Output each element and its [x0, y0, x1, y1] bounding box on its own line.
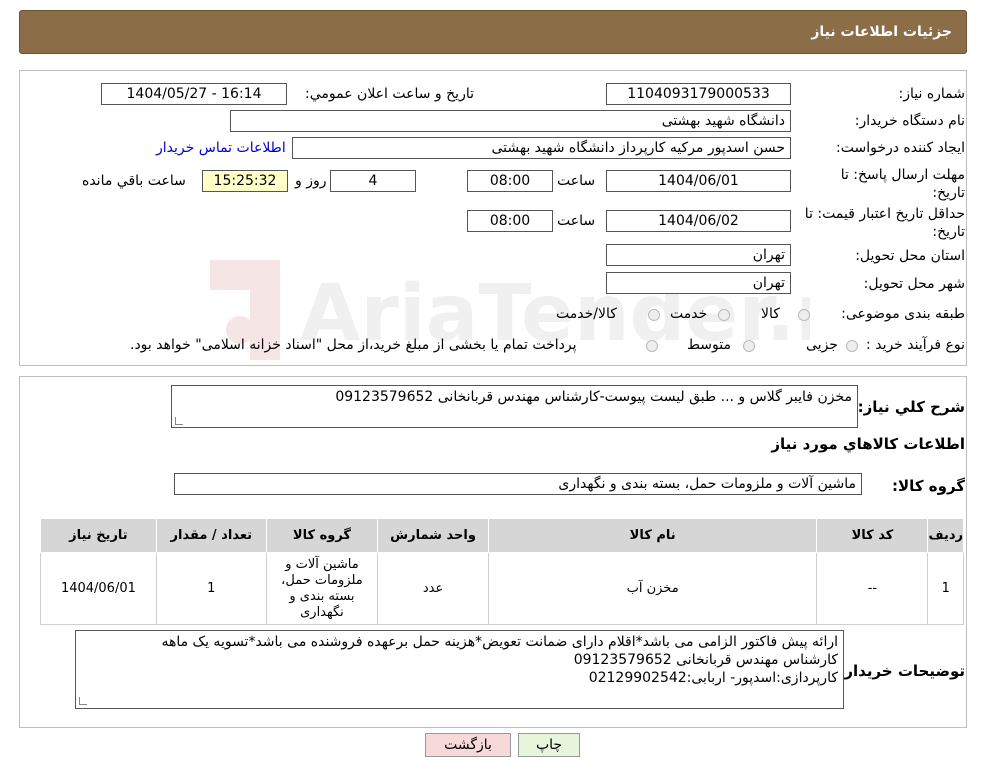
need-number-field: 1104093179000533 — [606, 83, 791, 105]
general-desc-text: مخزن فایبر گلاس و ... طبق لیست پیوست-کار… — [335, 389, 852, 405]
reply-date-field: 1404/06/01 — [606, 170, 791, 192]
col-row: ردیف — [927, 518, 964, 553]
col-date: تاریخ نیاز — [40, 518, 157, 553]
back-button[interactable]: بازگشت — [425, 733, 511, 757]
reply-time-field: 08:00 — [467, 170, 553, 192]
process-checkbox-treasury[interactable] — [646, 340, 658, 352]
table-row: 1 -- مخزن آب عدد ماشین آلات و ملزومات حم… — [40, 552, 964, 625]
cell-unit: عدد — [377, 552, 489, 625]
col-group: گروه کالا — [265, 518, 379, 553]
announce-datetime-label: تاریخ و ساعت اعلان عمومي: — [305, 86, 474, 102]
resize-grip-icon[interactable] — [175, 417, 183, 425]
validity-date-field: 1404/06/02 — [606, 210, 791, 232]
remaining-word: ساعت باقي مانده — [82, 173, 186, 189]
requester-label: ایجاد کننده درخواست: — [836, 140, 965, 156]
category-option-service: خدمت — [670, 306, 708, 322]
buyer-org-label: نام دستگاه خریدار: — [854, 113, 965, 129]
col-qty: تعداد / مقدار — [155, 518, 267, 553]
announce-datetime-field: 1404/05/27 - 16:14 — [101, 83, 287, 105]
col-name: نام کالا — [487, 518, 818, 553]
category-radio-goods[interactable] — [798, 309, 810, 321]
need-number-label: شماره نیاز: — [898, 86, 966, 102]
process-radio-medium[interactable] — [743, 340, 755, 352]
category-label: طبقه بندی موضوعی: — [841, 306, 965, 322]
process-option-minor: جزیی — [806, 337, 838, 353]
cell-name: مخزن آب — [487, 552, 818, 625]
items-table: ردیف کد کالا نام کالا واحد شمارش گروه کا… — [40, 518, 964, 625]
general-desc-field[interactable]: مخزن فایبر گلاس و ... طبق لیست پیوست-کار… — [171, 385, 858, 428]
reply-deadline-label: مهلت ارسال پاسخ: تا تاریخ: — [840, 167, 965, 201]
buyer-notes-field[interactable]: ارائه پیش فاکتور الزامی می باشد*اقلام دا… — [75, 630, 844, 709]
table-header-row: ردیف کد کالا نام کالا واحد شمارش گروه کا… — [40, 518, 964, 553]
page-title: جزئیات اطلاعات نیاز — [811, 24, 952, 40]
cell-row: 1 — [927, 552, 964, 625]
print-button[interactable]: چاپ — [518, 733, 580, 757]
buyer-contact-link[interactable]: اطلاعات تماس خریدار — [156, 140, 286, 156]
delivery-province-label: استان محل تحویل: — [855, 248, 965, 264]
process-option-treasury: پرداخت تمام یا بخشی از مبلغ خرید،از محل … — [130, 337, 577, 353]
category-radio-service[interactable] — [718, 309, 730, 321]
resize-grip-icon[interactable] — [79, 697, 87, 705]
category-option-goods: کالا — [761, 306, 780, 322]
days-word: روز و — [295, 173, 327, 189]
remaining-time-field: 15:25:32 — [202, 170, 288, 192]
delivery-city-label: شهر محل تحویل: — [863, 276, 965, 292]
process-radio-minor[interactable] — [846, 340, 858, 352]
cell-group: ماشین آلات و ملزومات حمل، بسته بندی و نگ… — [265, 552, 379, 625]
cell-qty: 1 — [155, 552, 267, 625]
category-option-goods-service: کالا/خدمت — [556, 306, 617, 322]
buyer-notes-label: توضیحات خریدار: — [838, 662, 965, 680]
requester-field: حسن اسدپور مرکیه کارپرداز دانشگاه شهید ب… — [292, 137, 791, 159]
days-field: 4 — [330, 170, 416, 192]
delivery-province-field: تهران — [606, 244, 791, 266]
col-unit: واحد شمارش — [377, 518, 489, 553]
goods-group-field: ماشین آلات و ملزومات حمل، بسته بندی و نگ… — [174, 473, 862, 495]
purchase-process-label: نوع فرآیند خرید : — [866, 337, 965, 353]
buyer-notes-line-3: کارپردازی:اسدپور- اربابی:02129902542 — [588, 670, 838, 686]
buyer-org-field: دانشگاه شهید بهشتی — [230, 110, 791, 132]
col-code: کد کالا — [816, 518, 929, 553]
process-option-medium: متوسط — [687, 337, 731, 353]
cell-date: 1404/06/01 — [40, 552, 157, 625]
buyer-notes-line-2: کارشناس مهندس قربانخانی 09123579652 — [573, 652, 838, 668]
price-validity-label: حداقل تاریخ اعتبار قیمت: تا تاریخ: — [804, 206, 965, 240]
general-desc-label: شرح كلي نیاز: — [857, 398, 965, 416]
validity-time-field: 08:00 — [467, 210, 553, 232]
buyer-notes-line-1: ارائه پیش فاکتور الزامی می باشد*اقلام دا… — [161, 634, 838, 650]
delivery-city-field: تهران — [606, 272, 791, 294]
reply-time-word: ساعت — [557, 173, 596, 189]
goods-info-heading: اطلاعات كالاهاي مورد نیاز — [771, 435, 965, 453]
page-header: جزئیات اطلاعات نیاز — [19, 10, 967, 54]
goods-group-label: گروه کالا: — [892, 477, 965, 495]
category-radio-goods-service[interactable] — [648, 309, 660, 321]
validity-time-word: ساعت — [557, 213, 596, 229]
cell-code: -- — [816, 552, 929, 625]
